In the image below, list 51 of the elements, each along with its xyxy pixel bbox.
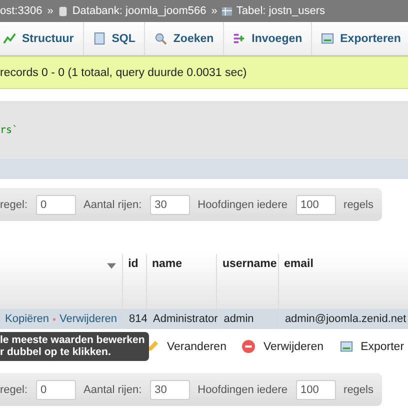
tab[interactable]: Exporteren [312, 22, 408, 55]
chart-icon [3, 32, 16, 45]
action-link[interactable]: Veranderen [146, 340, 226, 353]
table-cell: Administrator [148, 309, 219, 329]
breadcrumb-link[interactable]: Tabel: jostn_users [236, 5, 326, 17]
start-row-label: regel: [0, 384, 28, 396]
tab[interactable]: Zoeken [145, 22, 224, 55]
breadcrumb-link[interactable]: Databank: joomla_joom566 [72, 5, 206, 17]
headers-input[interactable]: 100 [296, 194, 336, 214]
table-cell: 814 [124, 309, 148, 329]
delete-icon [242, 340, 256, 353]
success-message: records 0 - 0 (1 totaal, query duurde 0.0031 sec) [0, 56, 408, 89]
tab[interactable]: SQL [84, 22, 146, 55]
document-icon [92, 32, 106, 45]
search-icon [154, 32, 168, 45]
insert-icon [232, 32, 246, 45]
action-link[interactable]: Exporter [340, 340, 404, 353]
pencil-icon [146, 340, 159, 353]
start-row-input[interactable]: 0 [36, 194, 76, 214]
database-icon [58, 6, 68, 16]
tab[interactable]: Structuur [0, 22, 84, 55]
table-icon [222, 6, 232, 16]
column-header[interactable]: name [146, 254, 218, 309]
rows-label: Aantal rijen: [84, 198, 142, 210]
tooltip-text: r dubbel op te klikken. [0, 346, 112, 358]
sort-icon[interactable] [107, 263, 116, 269]
start-row-label: regel: [0, 198, 28, 210]
breadcrumb-separator: » [211, 5, 218, 17]
export-icon [340, 340, 353, 353]
column-header[interactable]: username [217, 254, 279, 309]
copy-link[interactable]: Kopiëren [5, 313, 50, 325]
table-cell: admin [218, 309, 280, 329]
breadcrumb-separator: » [47, 5, 54, 17]
column-header[interactable]: id [123, 254, 147, 309]
query-text: rs` [0, 124, 18, 136]
export-icon [321, 32, 334, 45]
tooltip-text: le meeste waarden bewerken [0, 334, 145, 346]
headers-label: Hoofdingen iedere [198, 384, 288, 396]
rows-label: Aantal rijen: [84, 384, 142, 396]
breadcrumb-link[interactable]: ost:3306 [0, 5, 42, 17]
rows-input[interactable]: 30 [150, 194, 190, 214]
start-row-input[interactable]: 0 [36, 380, 76, 400]
unit-label: regels [344, 198, 374, 210]
headers-label: Hoofdingen iedere [198, 198, 288, 210]
action-link[interactable]: Verwijderen [242, 340, 324, 353]
tab[interactable]: Invoegen [224, 22, 312, 55]
delete-link[interactable]: Verwijderen [60, 313, 117, 325]
rows-input[interactable]: 30 [150, 380, 190, 400]
headers-input[interactable]: 100 [296, 380, 336, 400]
unit-label: regels [344, 384, 374, 396]
table-cell: admin@joomla.zenid.net [280, 309, 408, 329]
